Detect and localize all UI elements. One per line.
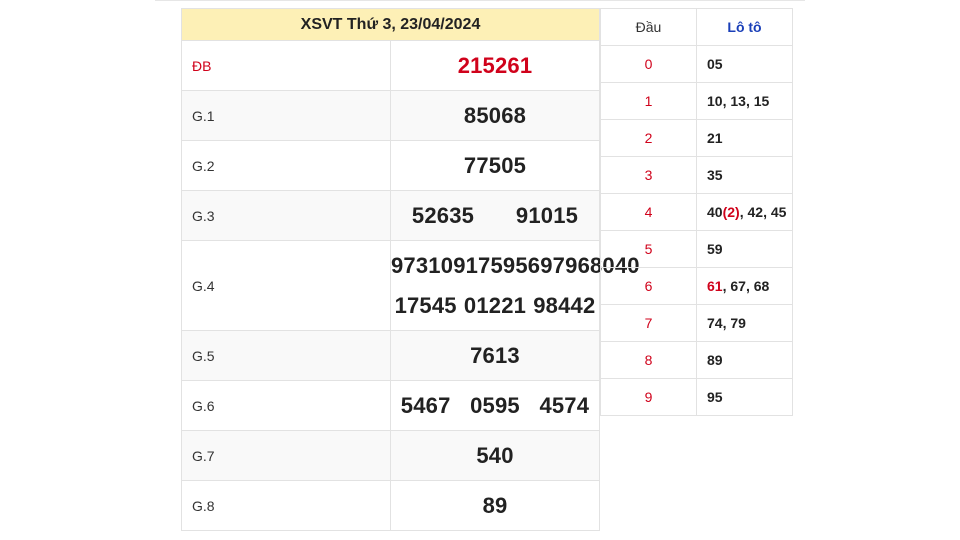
loto-row: 6 61, 67, 68 (600, 267, 793, 305)
loto-number: 05 (707, 56, 723, 72)
loto-numbers: 40(2), 42, 45 (696, 193, 793, 231)
prize-number: 0595 (470, 392, 520, 418)
loto-row: 4 40(2), 42, 45 (600, 193, 793, 231)
loto-numbers: 89 (696, 341, 793, 379)
loto-dau: 6 (600, 267, 697, 305)
prize-label-g4: G.4 (181, 240, 391, 331)
loto-number: 74 (707, 315, 723, 331)
prize-label-g7: G.7 (181, 430, 391, 481)
loto-number: 40 (707, 204, 723, 220)
loto-row: 1 10, 13, 15 (600, 82, 793, 120)
prize-number: 5467 (400, 392, 451, 418)
loto-row: 5 59 (600, 230, 793, 268)
loto-number: 59 (707, 241, 723, 257)
prize-number: 91759 (453, 252, 516, 278)
loto-number: 13 (730, 93, 746, 109)
loto-count: (2) (722, 204, 740, 220)
loto-number: 89 (707, 352, 723, 368)
loto-number: 45 (770, 204, 787, 220)
loto-dau: 5 (600, 230, 697, 268)
prize-number: 7613 (470, 342, 520, 368)
prize-number: 77505 (463, 152, 527, 178)
prize-number: 540 (476, 442, 514, 468)
loto-numbers: 05 (696, 45, 793, 83)
loto-table: Đầu Lô tô 0 05 1 10, 13, 15 2 21 3 35 4 40(2), 42… (600, 8, 793, 416)
prize-number: 89 (482, 492, 508, 518)
loto-numbers: 35 (696, 156, 793, 194)
prize-label-g8: G.8 (181, 480, 391, 531)
loto-numbers: 74, 79 (696, 304, 793, 342)
loto-number: 61 (707, 278, 723, 294)
loto-number: 95 (707, 389, 723, 405)
special-prize-number: 215261 (457, 52, 533, 78)
loto-dau: 8 (600, 341, 697, 379)
prize-label-g2: G.2 (181, 140, 391, 191)
loto-dau: 1 (600, 82, 697, 120)
prize-number: 56979 (515, 252, 578, 278)
loto-number: 21 (707, 130, 723, 146)
loto-dau: 9 (600, 378, 697, 416)
prize-number: 01221 (463, 292, 527, 318)
prize-number: 85068 (463, 102, 527, 128)
loto-numbers: 95 (696, 378, 793, 416)
loto-number: 42 (747, 204, 764, 220)
loto-numbers: 21 (696, 119, 793, 157)
results-title: XSVT Thứ 3, 23/04/2024 (181, 8, 600, 41)
loto-row: 9 95 (600, 378, 793, 416)
loto-dau: 0 (600, 45, 697, 83)
loto-number: 67 (730, 278, 746, 294)
loto-dau: 7 (600, 304, 697, 342)
prize-number: 98442 (533, 292, 596, 318)
prize-number: 17545 (394, 292, 457, 318)
loto-numbers: 61, 67, 68 (696, 267, 793, 305)
loto-dau: 4 (600, 193, 697, 231)
prize-number: 91015 (515, 202, 579, 228)
prize-label-g1: G.1 (181, 90, 391, 141)
loto-row: 7 74, 79 (600, 304, 793, 342)
loto-dau: 3 (600, 156, 697, 194)
loto-number: 79 (730, 315, 746, 331)
prize-label-g5: G.5 (181, 330, 391, 381)
loto-number: 68 (753, 278, 770, 294)
prize-number: 4574 (539, 392, 590, 418)
top-divider (155, 0, 805, 1)
prize-label-g6: G.6 (181, 380, 391, 431)
loto-row: 0 05 (600, 45, 793, 83)
prize-number: 97310 (391, 252, 454, 278)
prize-label-g3: G.3 (181, 190, 391, 241)
loto-header-dau: Đầu (600, 8, 697, 46)
results-table: XSVT Thứ 3, 23/04/2024 ĐB 215261 G.1 850… (181, 8, 640, 531)
loto-row: 2 21 (600, 119, 793, 157)
loto-numbers: 59 (696, 230, 793, 268)
loto-number: 10 (707, 93, 723, 109)
loto-row: 8 89 (600, 341, 793, 379)
loto-number: 15 (753, 93, 770, 109)
prize-number: 52635 (411, 202, 475, 228)
loto-numbers: 10, 13, 15 (696, 82, 793, 120)
loto-dau: 2 (600, 119, 697, 157)
loto-header-loto: Lô tô (696, 8, 793, 46)
loto-number: 35 (707, 167, 723, 183)
loto-row: 3 35 (600, 156, 793, 194)
prize-label-db: ĐB (181, 40, 391, 91)
